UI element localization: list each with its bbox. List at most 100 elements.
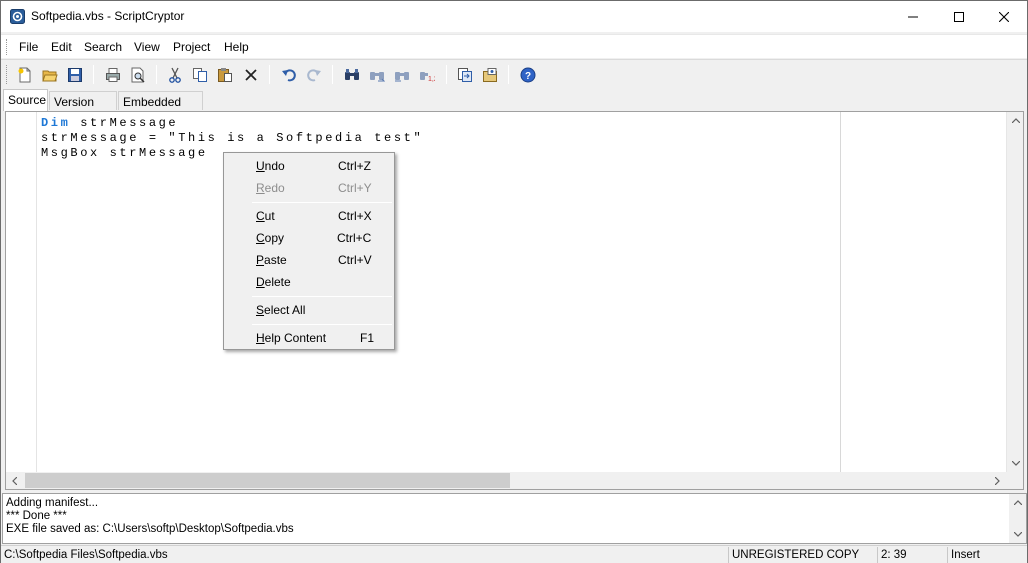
close-button[interactable] bbox=[981, 1, 1027, 32]
print-preview-icon bbox=[131, 67, 145, 83]
status-bar: C:\Softpedia Files\Softpedia.vbs UNREGIS… bbox=[1, 545, 1027, 563]
scroll-right-arrow-icon[interactable] bbox=[989, 472, 1006, 489]
toolbar-separator bbox=[269, 65, 270, 84]
menu-item-label: Undo bbox=[256, 159, 285, 173]
menu-item-delete[interactable]: Delete bbox=[226, 271, 392, 293]
menu-item-shortcut: Ctrl+Y bbox=[338, 181, 372, 195]
menu-item-cut[interactable]: Cut Ctrl+X bbox=[226, 205, 392, 227]
menubar-grip[interactable] bbox=[6, 39, 9, 55]
toolbar-grip[interactable] bbox=[6, 65, 9, 84]
status-registration: UNREGISTERED COPY bbox=[728, 547, 876, 563]
app-window: Softpedia.vbs - ScriptCryptor File Edit … bbox=[0, 0, 1028, 563]
delete-button[interactable] bbox=[241, 65, 260, 84]
maximize-icon bbox=[954, 11, 964, 22]
menu-item-label: Help Content bbox=[256, 331, 327, 345]
log-scroll-down-arrow-icon[interactable] bbox=[1009, 526, 1026, 543]
log-line: EXE file saved as: C:\Users\softp\Deskto… bbox=[6, 523, 294, 535]
menu-edit[interactable]: Edit bbox=[50, 40, 73, 54]
toolbar-separator bbox=[93, 65, 94, 84]
tab-source[interactable]: Source bbox=[3, 89, 48, 111]
menu-bar: File Edit Search View Project Help bbox=[1, 34, 1027, 58]
print-icon bbox=[105, 67, 120, 82]
code-editor[interactable]: Dim strMessage strMessage = "This is a S… bbox=[5, 111, 1024, 490]
menu-view[interactable]: View bbox=[133, 40, 161, 54]
maximize-button[interactable] bbox=[936, 1, 982, 32]
menu-item-shortcut: Ctrl+Z bbox=[338, 159, 371, 173]
title-bar: Softpedia.vbs - ScriptCryptor bbox=[1, 1, 1027, 32]
save-icon bbox=[67, 67, 82, 82]
code-line-3: MsgBox strMessage bbox=[41, 146, 208, 160]
menu-separator bbox=[252, 296, 392, 297]
goto-line-button[interactable]: 1,2 bbox=[417, 65, 436, 84]
menu-item-copy[interactable]: Copy Ctrl+C bbox=[226, 227, 392, 249]
code-line-2: strMessage = "This is a Softpedia test" bbox=[41, 131, 424, 145]
code-keyword: Dim bbox=[41, 116, 71, 130]
menu-item-shortcut: Ctrl+V bbox=[338, 253, 372, 267]
print-preview-button[interactable] bbox=[128, 65, 147, 84]
copy-button[interactable] bbox=[190, 65, 209, 84]
toolbar-separator bbox=[508, 65, 509, 84]
context-menu: Undo Ctrl+Z Redo Ctrl+Y Cut Ctrl+X Copy … bbox=[223, 152, 395, 350]
menu-item-redo[interactable]: Redo Ctrl+Y bbox=[226, 177, 392, 199]
log-line: *** Done *** bbox=[6, 510, 67, 522]
print-button[interactable] bbox=[103, 65, 122, 84]
toolbar-separator bbox=[156, 65, 157, 84]
scroll-down-arrow-icon[interactable] bbox=[1007, 455, 1024, 472]
copy-icon bbox=[192, 67, 207, 82]
scriptcryptor-app-icon[interactable] bbox=[10, 9, 25, 24]
menu-item-label: Copy bbox=[256, 231, 285, 245]
log-scroll-up-arrow-icon[interactable] bbox=[1009, 494, 1026, 511]
window-title: Softpedia.vbs - ScriptCryptor bbox=[31, 9, 185, 23]
minimize-button[interactable] bbox=[890, 1, 936, 32]
menu-item-paste[interactable]: Paste Ctrl+V bbox=[226, 249, 392, 271]
new-file-icon bbox=[18, 67, 30, 82]
paste-icon bbox=[217, 67, 232, 82]
delete-icon bbox=[244, 68, 257, 81]
menu-file[interactable]: File bbox=[18, 40, 39, 54]
paste-button[interactable] bbox=[215, 65, 234, 84]
find-next-icon bbox=[369, 71, 385, 81]
editor-tabs: Source Version Info Embedded Files bbox=[1, 88, 1027, 123]
line-gutter[interactable] bbox=[6, 112, 37, 472]
find-button[interactable] bbox=[342, 65, 361, 84]
menu-separator bbox=[252, 324, 392, 325]
replace-icon bbox=[394, 71, 409, 81]
scroll-up-arrow-icon[interactable] bbox=[1007, 112, 1024, 129]
menu-item-undo[interactable]: Undo Ctrl+Z bbox=[226, 155, 392, 177]
menu-item-label: Delete bbox=[256, 275, 291, 289]
close-icon bbox=[999, 11, 1009, 22]
horizontal-scrollbar[interactable] bbox=[6, 472, 1023, 489]
toolbar: 1,2 ? bbox=[1, 59, 1027, 88]
save-button[interactable] bbox=[65, 65, 84, 84]
undo-button[interactable] bbox=[279, 65, 298, 84]
compile-button[interactable] bbox=[455, 65, 474, 84]
horizontal-scroll-thumb[interactable] bbox=[25, 473, 510, 488]
tab-embedded-files[interactable]: Embedded Files bbox=[118, 91, 203, 123]
menu-search[interactable]: Search bbox=[83, 40, 123, 54]
find-next-button[interactable] bbox=[367, 65, 386, 84]
menu-item-shortcut: F1 bbox=[360, 331, 375, 345]
redo-icon bbox=[306, 68, 321, 81]
undo-icon bbox=[281, 68, 296, 81]
cut-button[interactable] bbox=[165, 65, 184, 84]
code-line-1: strMessage bbox=[70, 116, 179, 130]
help-icon: ? bbox=[520, 67, 535, 82]
log-vertical-scrollbar[interactable] bbox=[1009, 494, 1026, 543]
replace-button[interactable] bbox=[392, 65, 411, 84]
menu-item-help-content[interactable]: Help Content F1 bbox=[226, 327, 392, 349]
project-options-button[interactable] bbox=[480, 65, 499, 84]
output-log[interactable]: Adding manifest... *** Done *** EXE file… bbox=[2, 493, 1027, 544]
toolbar-separator bbox=[446, 65, 447, 84]
menu-item-select-all[interactable]: Select All bbox=[226, 299, 392, 321]
open-button[interactable] bbox=[40, 65, 59, 84]
compile-icon bbox=[457, 67, 472, 82]
redo-button[interactable] bbox=[304, 65, 323, 84]
new-file-button[interactable] bbox=[15, 65, 34, 84]
menu-help[interactable]: Help bbox=[223, 40, 250, 54]
vertical-scrollbar[interactable] bbox=[1006, 112, 1023, 472]
menu-project[interactable]: Project bbox=[172, 40, 211, 54]
help-button[interactable]: ? bbox=[518, 65, 537, 84]
menu-item-label: Redo bbox=[256, 181, 285, 195]
tab-version-info[interactable]: Version Info bbox=[49, 91, 117, 123]
scroll-left-arrow-icon[interactable] bbox=[6, 472, 23, 489]
